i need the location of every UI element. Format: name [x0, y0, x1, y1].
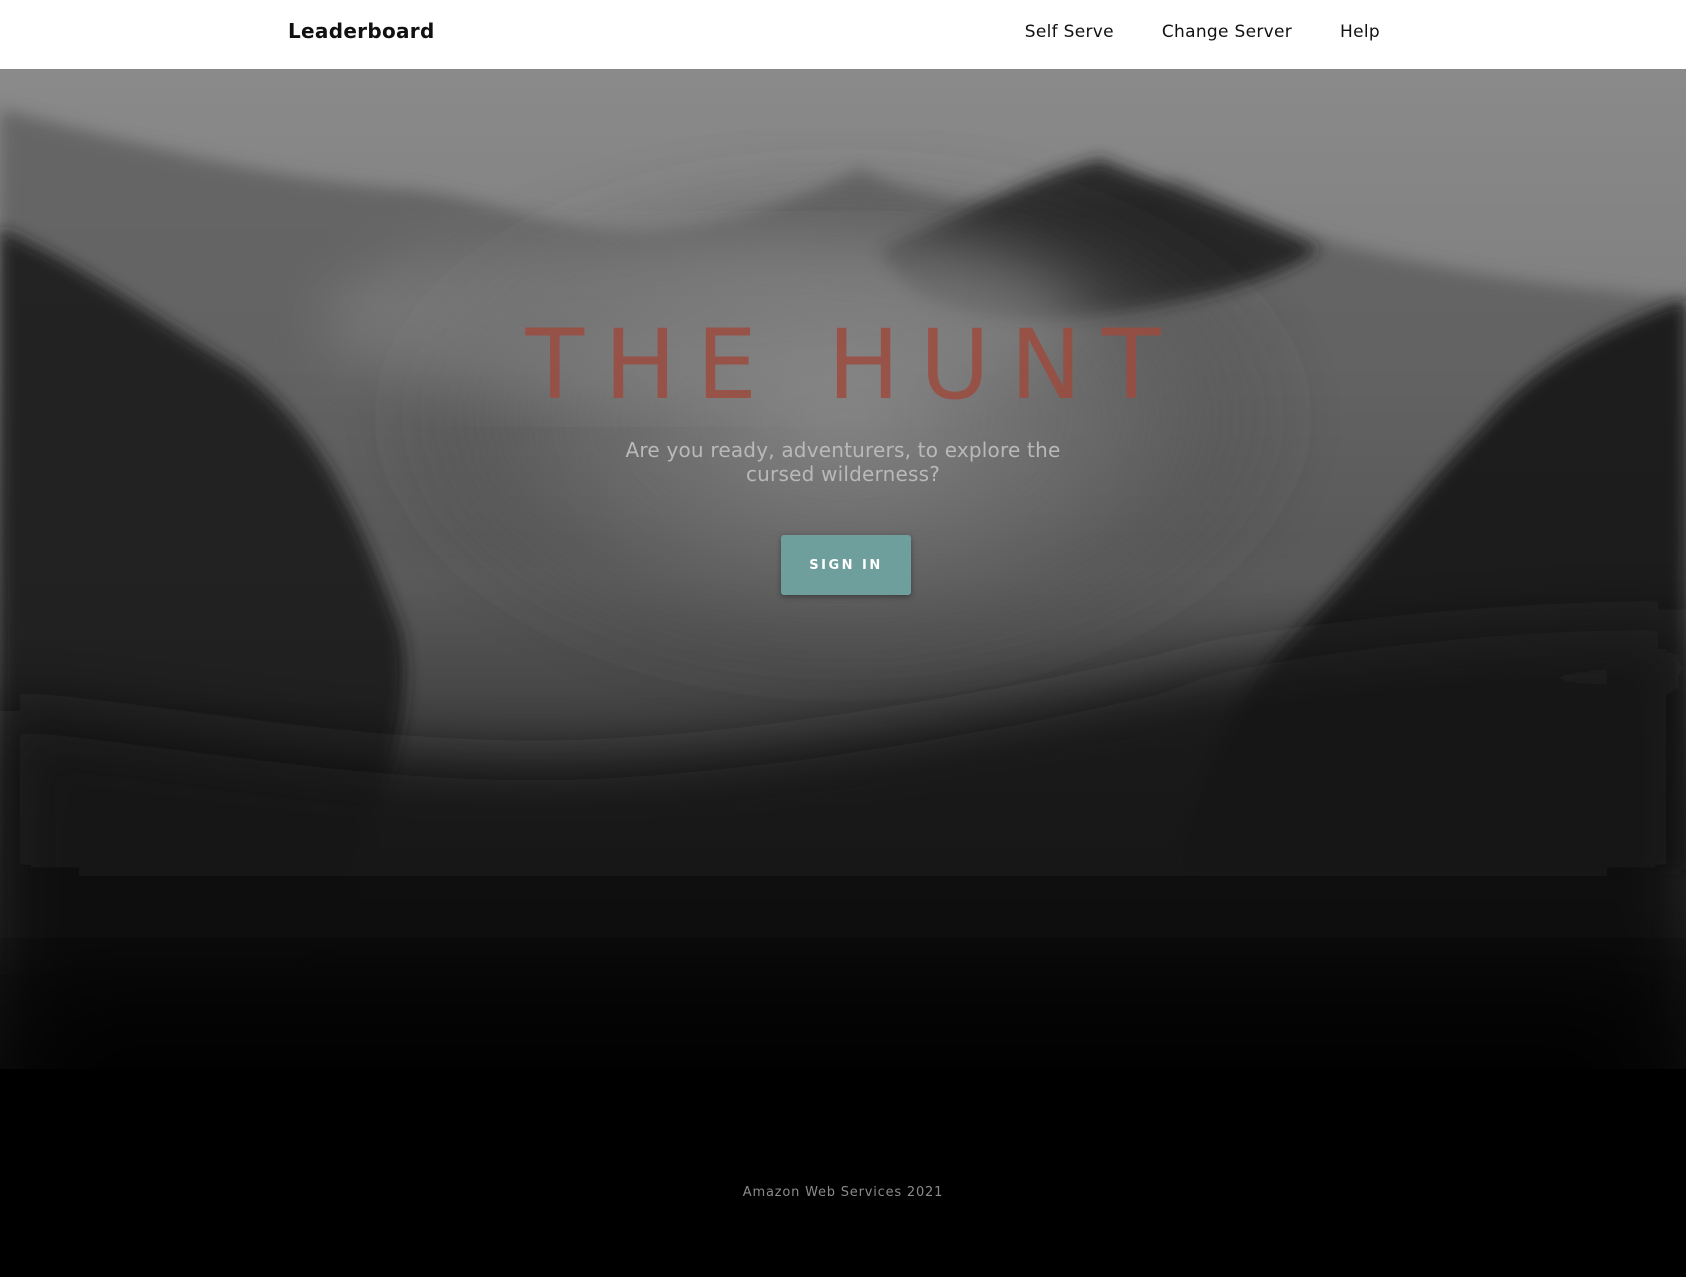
- hero-subtitle: Are you ready, adventurers, to explore t…: [625, 438, 1061, 486]
- nav-links: Self Serve Change Server Help: [1025, 22, 1380, 42]
- hero-title: THE HUNT: [525, 309, 1181, 421]
- hero-section: THE HUNT Are you ready, adventurers, to …: [0, 69, 1686, 1277]
- nav-change-server-link[interactable]: Change Server: [1162, 22, 1292, 42]
- leaderboard-link[interactable]: Leaderboard: [288, 19, 435, 43]
- nav-help-link[interactable]: Help: [1340, 22, 1380, 42]
- top-navbar: Leaderboard Self Serve Change Server Hel…: [0, 0, 1686, 69]
- footer-copyright: Amazon Web Services 2021: [742, 1185, 944, 1200]
- sign-in-button[interactable]: SIGN IN: [781, 535, 911, 595]
- nav-self-serve-link[interactable]: Self Serve: [1025, 22, 1114, 42]
- misty-forest-background-image: [0, 69, 1686, 1277]
